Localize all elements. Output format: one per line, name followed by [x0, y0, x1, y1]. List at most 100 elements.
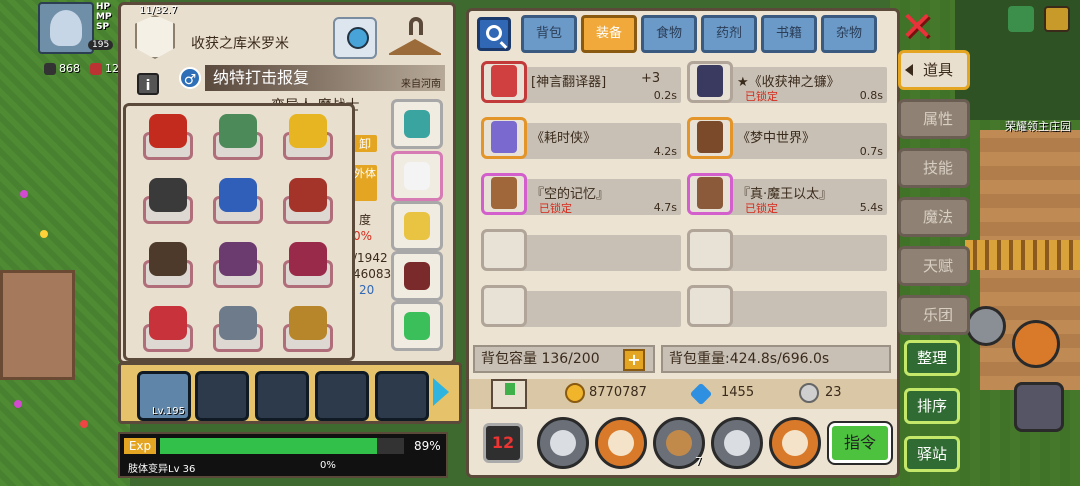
- party-slot-empty[interactable]: [255, 371, 309, 421]
- player-avatar[interactable]: [38, 2, 94, 54]
- bull-button[interactable]: [769, 417, 821, 469]
- item-strip: [521, 291, 681, 327]
- side-tab-0[interactable]: 道具: [898, 50, 970, 90]
- gem-slot[interactable]: [391, 301, 443, 351]
- tab-0[interactable]: 背包: [521, 15, 577, 53]
- expand-icon[interactable]: [1044, 6, 1070, 32]
- blue-coat-icon: [219, 178, 257, 212]
- equip-slot-purple-greaves[interactable]: [210, 240, 266, 290]
- panel-level: 11/32.7: [139, 5, 178, 16]
- inventory-empty-slot[interactable]: [477, 283, 683, 333]
- swap-button[interactable]: [537, 417, 589, 469]
- item-weapon-icon: [491, 65, 517, 97]
- action-button-2[interactable]: 驿站: [904, 436, 960, 472]
- party-slot-hero[interactable]: Lv.195: [137, 371, 191, 421]
- expand-capacity-button[interactable]: +: [623, 349, 645, 371]
- bow-icon[interactable]: [1014, 382, 1064, 432]
- command-button[interactable]: 指令: [827, 421, 893, 465]
- exp-bar-fill: [160, 438, 378, 454]
- orb-slot[interactable]: [391, 251, 443, 301]
- amulet-slot[interactable]: [391, 99, 443, 149]
- gem-button[interactable]: [333, 17, 377, 59]
- item-weight: 0.7s: [859, 145, 883, 158]
- equip-slot-gold-shield[interactable]: [280, 304, 336, 354]
- shuriken-button[interactable]: [595, 417, 647, 469]
- purple-greaves-icon: [219, 242, 257, 276]
- side-tab-5[interactable]: 乐团: [898, 295, 970, 335]
- skill-level: 肢体变异Lv 36: [128, 464, 196, 475]
- equip-slot-blue-coat[interactable]: [210, 176, 266, 226]
- item-icon-box: [687, 285, 733, 327]
- inventory-empty-slot[interactable]: [683, 227, 889, 277]
- inventory-item[interactable]: ★《收获神之镰》 已锁定 0.8s: [683, 59, 889, 109]
- dragon-helm-icon: [149, 114, 187, 148]
- flower: [20, 190, 28, 198]
- party-next-arrow-icon[interactable]: [433, 378, 449, 406]
- title-badge-icon[interactable]: [135, 15, 175, 59]
- tab-3[interactable]: 药剂: [701, 15, 757, 53]
- clip-tag-2: 外体: [353, 165, 377, 201]
- shuriken-icon: [608, 430, 634, 456]
- white-glove-icon: [404, 162, 430, 190]
- party-slot-empty[interactable]: [375, 371, 429, 421]
- equip-slot-wolf-shield[interactable]: [210, 304, 266, 354]
- diamond-amount: 1455: [721, 385, 755, 400]
- item-weapon-icon: [491, 177, 517, 209]
- star-button[interactable]: [711, 417, 763, 469]
- item-locked-label: 已锁定: [745, 202, 778, 215]
- inventory-empty-slot[interactable]: [477, 227, 683, 277]
- tab-1[interactable]: 装备: [581, 15, 637, 53]
- action-button-0[interactable]: 整理: [904, 340, 960, 376]
- flower: [80, 420, 88, 428]
- equip-slot-jade-necklace[interactable]: [210, 112, 266, 162]
- party-slot-empty[interactable]: [315, 371, 369, 421]
- bull-emblem-icon[interactable]: [1012, 320, 1060, 368]
- character-panel: 11/32.7 收获之库米罗米 i ♂ 纳特打击报复 来自河南 变异人 魔战士 …: [118, 2, 456, 364]
- red-orb-icon: [404, 262, 430, 290]
- inventory-item[interactable]: 『空的记忆』 已锁定 4.7s: [477, 171, 683, 221]
- side-tab-2[interactable]: 技能: [898, 148, 970, 188]
- clip-text-5: 20: [359, 283, 375, 297]
- search-button[interactable]: [477, 17, 511, 51]
- item-weight: 4.7s: [653, 201, 677, 214]
- equip-slot-gold-lion-mask[interactable]: [280, 112, 336, 162]
- item-locked-label: 已锁定: [539, 202, 572, 215]
- item-icon-box: [481, 229, 527, 271]
- side-tab-label: 属性: [923, 110, 954, 128]
- side-tab-1[interactable]: 属性: [898, 99, 970, 139]
- tab-2[interactable]: 食物: [641, 15, 697, 53]
- item-icon-box: [481, 285, 527, 327]
- tab-4[interactable]: 书籍: [761, 15, 817, 53]
- equip-slot-red-armor[interactable]: [280, 176, 336, 226]
- ring-slot[interactable]: [391, 201, 443, 251]
- bull-head-icon: [782, 430, 808, 456]
- equip-slot-crimson-blade[interactable]: [280, 240, 336, 290]
- inventory-item[interactable]: 『真·魔王以太』 已锁定 5.4s: [683, 171, 889, 221]
- rank-button[interactable]: 12: [483, 423, 523, 463]
- info-icon[interactable]: i: [137, 73, 159, 95]
- map-icon[interactable]: [1008, 6, 1034, 32]
- inventory-item[interactable]: 《耗时侠》 4.2s: [477, 115, 683, 165]
- store-down-button[interactable]: [491, 379, 527, 409]
- equip-slot-dark-cape[interactable]: [140, 176, 196, 226]
- side-tab-4[interactable]: 天赋: [898, 246, 970, 286]
- side-tab-3[interactable]: 魔法: [898, 197, 970, 237]
- emerald-amulet-icon: [404, 110, 430, 138]
- character-title: 收获之库米罗米: [191, 36, 289, 52]
- party-slot-empty[interactable]: [195, 371, 249, 421]
- tab-5[interactable]: 杂物: [821, 15, 877, 53]
- hero-level: Lv.195: [152, 406, 185, 417]
- inventory-empty-slot[interactable]: [683, 283, 889, 333]
- equip-slot-dragon-helm[interactable]: [140, 112, 196, 162]
- equip-slot-red-sword[interactable]: [140, 304, 196, 354]
- diamond-icon: [689, 382, 713, 406]
- glove-slot[interactable]: [391, 151, 443, 201]
- star-icon[interactable]: [966, 306, 1006, 346]
- inventory-item[interactable]: [神言翻译器] +3 0.2s: [477, 59, 683, 109]
- inventory-item[interactable]: 《梦中世界》 0.7s: [683, 115, 889, 165]
- equip-slot-dark-gauntlet[interactable]: [140, 240, 196, 290]
- action-button-1[interactable]: 排序: [904, 388, 960, 424]
- item-weapon-icon: [697, 121, 723, 153]
- close-icon[interactable]: ✕: [898, 7, 936, 48]
- wardrobe-hanger-button[interactable]: [387, 15, 443, 61]
